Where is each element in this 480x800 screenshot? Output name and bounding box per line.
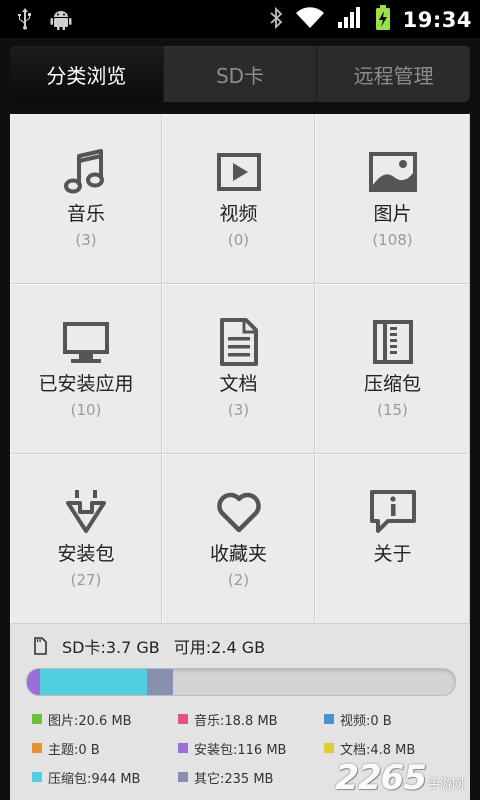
category-count: (2) [227,571,250,589]
legend-label: 音乐:18.8 MB [194,713,278,729]
battery-charging-icon [375,5,391,35]
legend-item: 图片:20.6 MB [32,710,178,729]
legend-swatch [178,743,188,753]
category-label: 安装包 [57,543,115,565]
legend-label: 主题:0 B [48,742,100,758]
signal-icon [337,6,363,34]
category-document[interactable]: 文档 (3) [162,284,315,454]
legend-label: 图片:20.6 MB [48,713,132,729]
installed-apps-icon [63,322,109,363]
legend-swatch [324,743,334,753]
storage-info: SD卡:3.7 GB 可用:2.4 GB [32,634,265,658]
category-image[interactable]: 图片 (108) [315,114,470,284]
sd-card-icon [34,637,47,655]
category-count: (10) [70,401,102,419]
install-package-icon [66,490,106,533]
legend-swatch [178,772,188,782]
legend-swatch [32,743,42,753]
category-count: (27) [70,571,102,589]
storage-usage-bar [26,668,456,696]
category-installed-apps[interactable]: 已安装应用 (10) [10,284,162,454]
favorites-icon [216,492,261,533]
document-icon [219,318,258,366]
wifi-icon [295,6,325,34]
music-icon [64,149,104,194]
usage-segment-install-package [27,669,41,695]
legend-item: 文档:4.8 MB [324,739,470,758]
legend-item: 主题:0 B [32,739,178,758]
legend-label: 安装包:116 MB [194,742,287,758]
video-icon [216,153,261,191]
info-icon [369,490,416,533]
category-count: (15) [377,401,408,419]
image-icon [368,152,417,192]
tab-remote-manage[interactable]: 远程管理 [316,46,470,102]
main-panel: 音乐 (3) 视频 (0) 图片 (108) 已安装应用 (10) 文档 (3)… [10,114,470,800]
legend-swatch [32,714,42,724]
tab-bar: 分类浏览 SD卡 远程管理 [10,46,470,102]
category-label: 关于 [373,543,412,565]
watermark-number: 2265 [335,758,427,798]
watermark-logo: 2265 手游网 [335,758,464,798]
usage-segment-archive [40,669,147,695]
category-label: 文档 [219,373,258,395]
legend-item: 安装包:116 MB [178,739,324,758]
sd-free: 可用:2.4 GB [173,638,266,657]
legend-swatch [178,714,188,724]
legend-label: 文档:4.8 MB [340,742,416,758]
legend-item: 其它:235 MB [178,768,324,787]
category-count: (3) [75,231,97,249]
category-label: 音乐 [66,203,105,225]
sd-capacity: SD卡:3.7 GB [62,638,160,657]
watermark-text: 手游网 [427,777,464,791]
category-install-package[interactable]: 安装包 (27) [10,454,162,624]
category-music[interactable]: 音乐 (3) [10,114,162,284]
category-count: (108) [372,231,413,249]
legend-item: 视频:0 B [324,710,470,729]
legend-label: 视频:0 B [340,713,392,729]
usage-segment-other [146,669,174,695]
category-label: 图片 [373,203,412,225]
category-video[interactable]: 视频 (0) [162,114,315,284]
legend-swatch [32,772,42,782]
legend-swatch [324,714,334,724]
archive-icon [372,320,413,364]
clock: 19:34 [402,8,472,32]
tab-sd-card[interactable]: SD卡 [162,46,317,102]
category-label: 已安装应用 [38,373,134,395]
category-label: 压缩包 [363,373,421,395]
legend-label: 压缩包:944 MB [48,771,141,787]
legend-item: 音乐:18.8 MB [178,710,324,729]
tab-category-browse[interactable]: 分类浏览 [10,46,163,102]
category-favorites[interactable]: 收藏夹 (2) [162,454,315,624]
bluetooth-icon [269,6,283,34]
status-bar: 19:34 [0,0,480,38]
category-label: 视频 [219,203,258,225]
legend-label: 其它:235 MB [194,771,274,787]
category-archive[interactable]: 压缩包 (15) [315,284,470,454]
category-count: (3) [227,401,250,419]
legend-item: 压缩包:944 MB [32,768,178,787]
category-count: (0) [227,231,250,249]
usb-icon [16,7,34,35]
category-label: 收藏夹 [209,543,267,565]
category-about[interactable]: 关于 [315,454,470,624]
android-debug-icon [50,7,72,35]
category-grid: 音乐 (3) 视频 (0) 图片 (108) 已安装应用 (10) 文档 (3)… [10,114,470,624]
